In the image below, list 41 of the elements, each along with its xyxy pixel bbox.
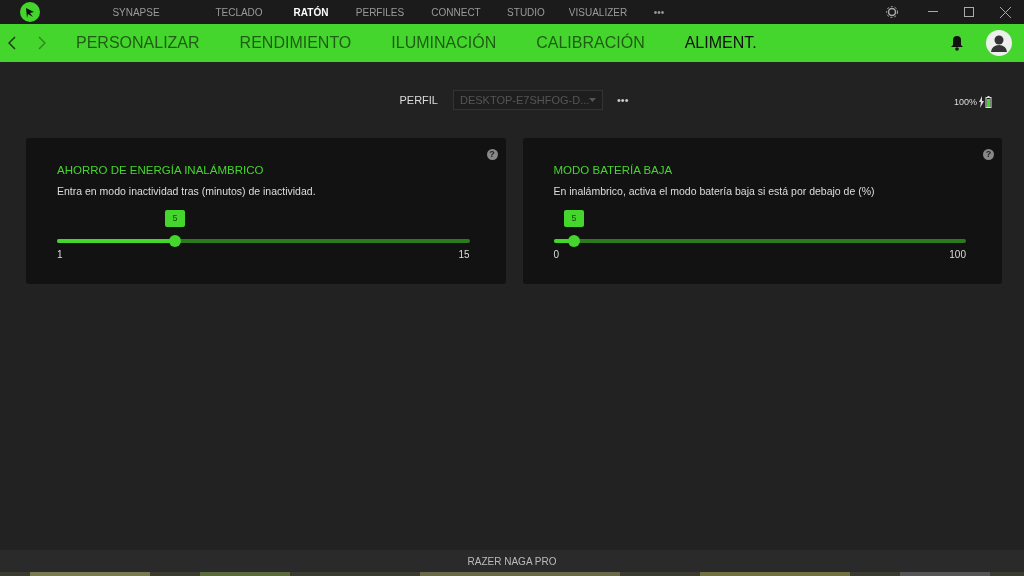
charging-battery-icon — [978, 96, 992, 108]
slider-thumb[interactable] — [568, 235, 581, 247]
card-title: MODO BATERÍA BAJA — [553, 164, 674, 176]
nav-tab[interactable]: VISUALIZER — [557, 6, 639, 18]
nav-tab[interactable]: SYNAPSE — [73, 6, 199, 18]
section-tab[interactable]: CALIBRACIÓN — [536, 34, 645, 52]
section-tab[interactable]: ALIMENT. — [684, 34, 757, 52]
bell-icon[interactable] — [950, 35, 964, 51]
minimize-icon[interactable] — [928, 11, 938, 13]
nav-tab[interactable]: PERFILES — [343, 6, 417, 18]
min-label: 1 — [57, 249, 63, 260]
nav-tab[interactable]: CONNECT — [417, 6, 495, 18]
battery-level: 100% — [953, 97, 977, 107]
value-tooltip: 5 — [564, 210, 585, 227]
settings-icon[interactable] — [886, 6, 898, 18]
logo-icon[interactable] — [20, 2, 40, 22]
min-label: 0 — [553, 249, 560, 260]
card-description: En inalámbrico, activa el modo batería baja si está por debajo de (%) — [553, 185, 876, 197]
slider-thumb[interactable] — [168, 235, 181, 247]
section-tab[interactable]: ILUMINACIÓN — [391, 34, 497, 52]
max-label: 100 — [949, 249, 966, 260]
card-title: AHORRO DE ENERGÍA INALÁMBRICO — [57, 164, 265, 176]
more-button[interactable]: ••• — [639, 6, 679, 18]
max-label: 15 — [458, 249, 470, 260]
avatar-icon[interactable] — [986, 30, 1012, 56]
nav-tab[interactable]: RATÓN — [279, 6, 343, 18]
profile-label: PERFIL — [399, 94, 438, 106]
device-name: RAZER NAGA PRO — [467, 555, 557, 567]
caret-icon — [589, 98, 596, 102]
help-button[interactable]: ? — [486, 149, 498, 160]
maximize-icon[interactable] — [964, 7, 974, 17]
more-button[interactable]: ••• — [616, 94, 629, 106]
value-tooltip: 5 — [164, 210, 185, 227]
nav-tab[interactable]: TECLADO — [199, 6, 279, 18]
card-description: Entra en modo inactividad tras (minutos) de inactividad. — [57, 185, 317, 197]
nav-tab[interactable]: STUDIO — [495, 6, 557, 18]
help-button[interactable]: ? — [983, 149, 994, 160]
back-icon[interactable] — [8, 36, 16, 50]
section-tab[interactable]: PERSONALIZAR — [76, 34, 200, 52]
close-icon[interactable] — [1000, 6, 1011, 18]
section-tab[interactable]: RENDIMIENTO — [239, 34, 352, 52]
